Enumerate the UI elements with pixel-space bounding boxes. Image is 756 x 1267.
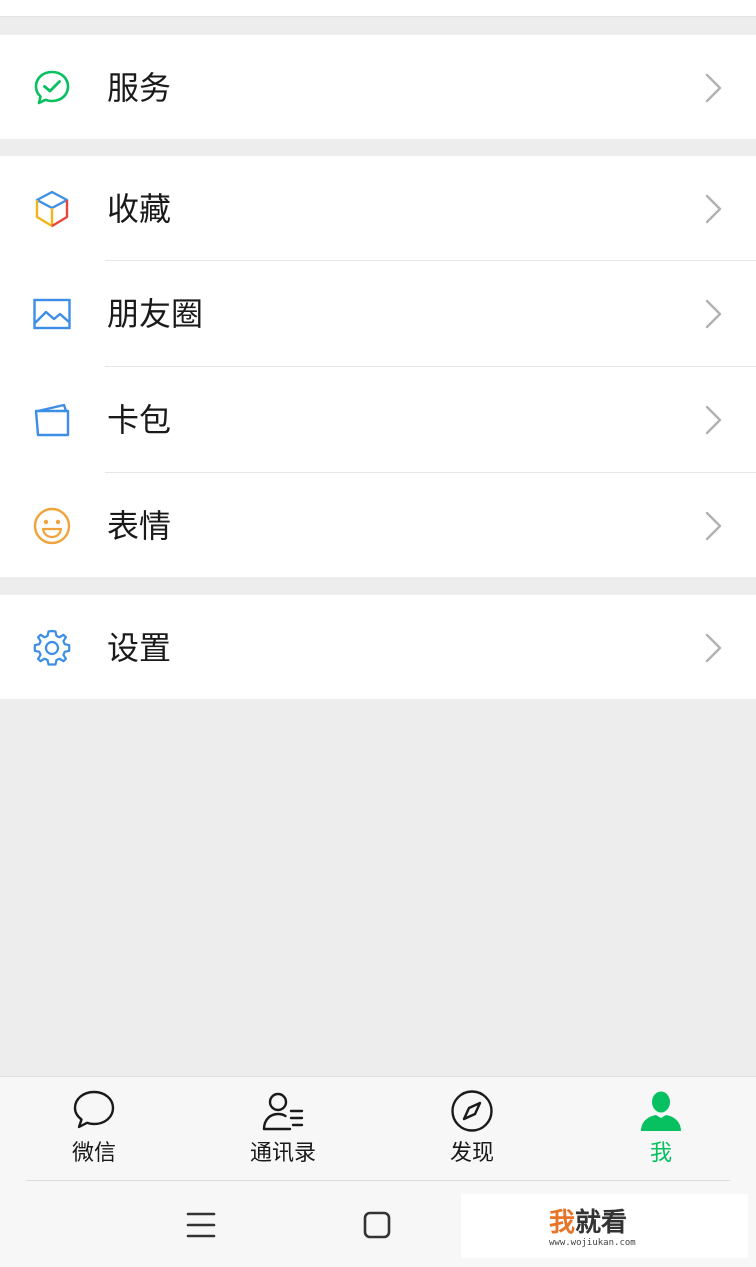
watermark-logo: 我就看 (549, 1208, 628, 1238)
tab-me[interactable]: 我 (591, 1077, 731, 1181)
menu-item-stickers[interactable]: 表情 (0, 473, 756, 578)
chevron-right-icon (703, 71, 725, 105)
chevron-right-icon (703, 631, 725, 665)
menu-label-services: 服务 (107, 69, 172, 107)
tab-label-contacts: 通讯录 (249, 1141, 316, 1166)
watermark-url: www.wojiukan.com (549, 1238, 636, 1248)
moments-image-icon (32, 294, 72, 334)
chat-bubble-icon (72, 1089, 116, 1133)
features-group: 收藏 朋友圈 卡包 表情 (0, 156, 756, 577)
settings-group: 设置 (0, 595, 756, 699)
chevron-right-icon (703, 192, 725, 226)
menu-item-services[interactable]: 服务 (0, 35, 756, 140)
menu-label-favorites: 收藏 (107, 190, 172, 228)
favorites-box-icon (32, 189, 72, 229)
menu-item-moments[interactable]: 朋友圈 (0, 261, 756, 366)
menu-label-settings: 设置 (107, 629, 172, 667)
services-group: 服务 (0, 35, 756, 139)
menu-item-settings[interactable]: 设置 (0, 595, 756, 700)
sticker-smile-icon (32, 506, 72, 546)
site-watermark: 我就看 www.wojiukan.com (461, 1194, 748, 1258)
menu-label-card-wallet: 卡包 (107, 401, 172, 439)
home-icon[interactable] (360, 1208, 394, 1242)
tab-label-chats: 微信 (71, 1141, 116, 1166)
contacts-icon (261, 1089, 305, 1133)
nav-divider (26, 1180, 730, 1181)
chevron-right-icon (703, 297, 725, 331)
tab-label-me: 我 (649, 1141, 672, 1166)
tab-label-discover: 发现 (449, 1141, 494, 1166)
me-page: 服务 收藏 朋友圈 卡包 表情 设置 微信 通讯录 发现 我 我就看 www.w… (0, 0, 756, 1267)
menu-label-stickers: 表情 (107, 507, 172, 545)
menu-item-card-wallet[interactable]: 卡包 (0, 367, 756, 472)
chevron-right-icon (703, 403, 725, 437)
tab-discover[interactable]: 发现 (402, 1077, 542, 1181)
tab-chats[interactable]: 微信 (24, 1077, 164, 1181)
services-icon (32, 68, 72, 108)
compass-icon (450, 1089, 494, 1133)
tab-contacts[interactable]: 通讯录 (213, 1077, 353, 1181)
chevron-right-icon (703, 509, 725, 543)
menu-icon[interactable] (184, 1208, 218, 1242)
card-wallet-icon (32, 400, 72, 440)
person-icon (639, 1089, 683, 1133)
menu-item-favorites[interactable]: 收藏 (0, 156, 756, 261)
top-edge-strip (0, 0, 756, 17)
menu-label-moments: 朋友圈 (107, 295, 204, 333)
bottom-tab-bar: 微信 通讯录 发现 我 (0, 1076, 756, 1181)
gear-icon (32, 628, 72, 668)
